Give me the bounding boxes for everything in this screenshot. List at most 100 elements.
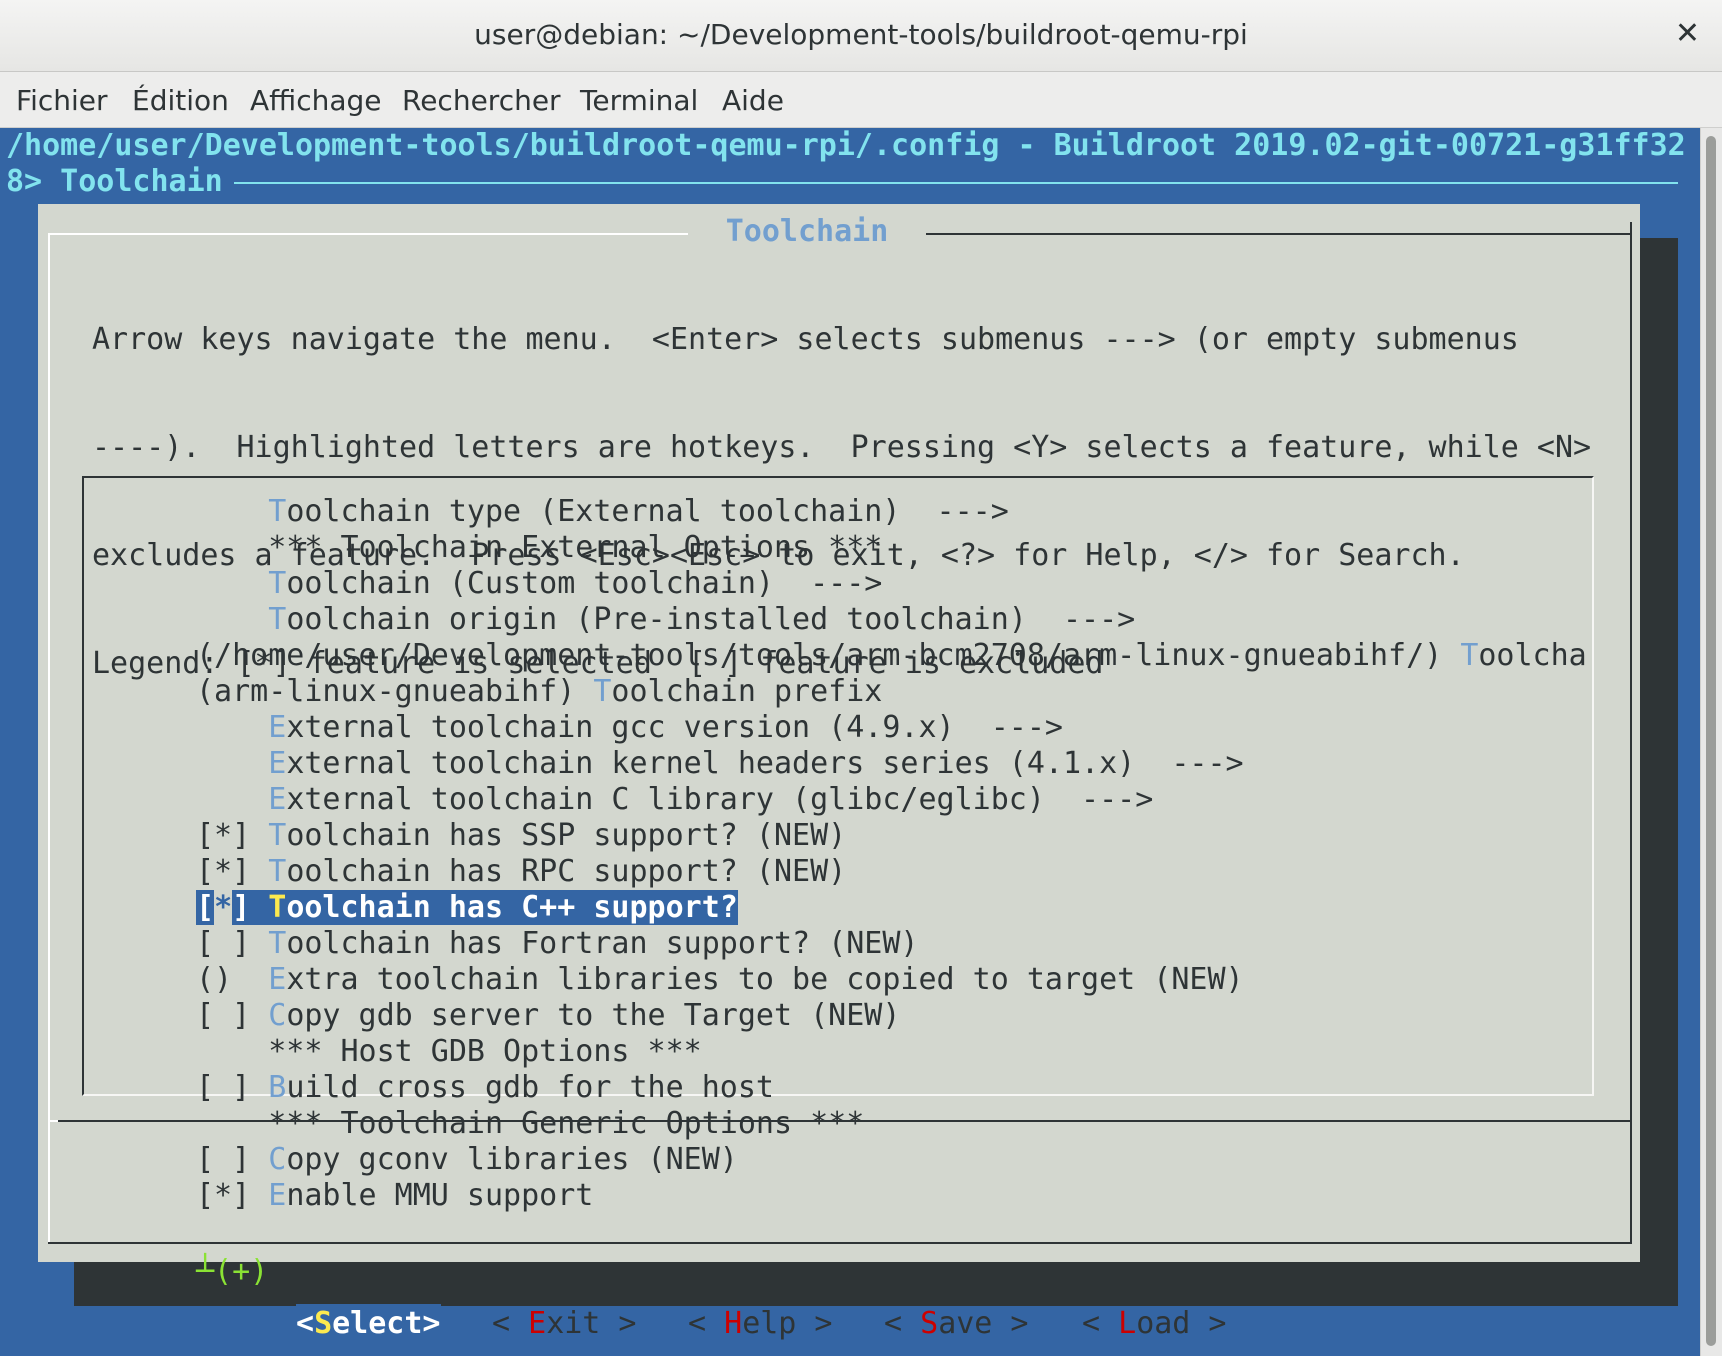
menu-item-label: xternal toolchain kernel headers series … — [286, 746, 1244, 781]
button-label: ave > — [938, 1306, 1029, 1341]
menu-items: Toolchain type (External toolchain) --->… — [196, 494, 1587, 1214]
menu-item[interactable]: (arm-linux-gnueabihf) Toolchain prefix — [196, 674, 1587, 710]
menu-terminal[interactable]: Terminal — [580, 84, 698, 117]
button-bracket: < — [296, 1306, 315, 1341]
menu-item-selected[interactable]: [*] Toolchain has C++ support? — [196, 890, 1587, 926]
menu-item-content: [*] Toolchain has C++ support? — [196, 890, 738, 925]
window-title: user@debian: ~/Development-tools/buildro… — [474, 18, 1248, 51]
menuconfig-dialog: Toolchain Arrow keys navigate the menu. … — [38, 204, 1640, 1344]
terminal-scrollbar[interactable] — [1700, 128, 1722, 1356]
dialog-border — [48, 1242, 1632, 1244]
menu-item-prefix: [*] — [196, 854, 269, 889]
menu-item-prefix — [196, 602, 268, 637]
menu-item-label: oolchain has Fortran support? (NEW) — [286, 926, 919, 961]
terminal-area[interactable]: /home/user/Development-tools/buildroot-q… — [0, 128, 1700, 1356]
help-line: ----). Highlighted letters are hotkeys. … — [92, 430, 1592, 465]
menu-item-prefix: (arm-linux-gnueabihf) — [196, 674, 594, 709]
load-button[interactable]: < Load > — [1082, 1304, 1227, 1344]
menu-item[interactable]: External toolchain C library (glibc/egli… — [196, 782, 1587, 818]
menu-item-prefix: [ ] — [196, 1070, 269, 1105]
dialog-border — [48, 233, 688, 235]
more-indicator: ┴(+) — [196, 1254, 269, 1289]
menu-item[interactable]: () Extra toolchain libraries to be copie… — [196, 962, 1587, 998]
menu-item[interactable]: [*] Toolchain has SSP support? (NEW) — [196, 818, 1587, 854]
menu-item-hotkey: C — [268, 998, 287, 1033]
menu-item[interactable]: *** Host GDB Options *** — [196, 1034, 1587, 1070]
menu-item-hotkey: C — [268, 1142, 287, 1177]
scrollbar-thumb[interactable] — [1706, 136, 1716, 1346]
menu-item-hotkey: E — [268, 710, 287, 745]
menu-item-hotkey: T — [268, 602, 287, 637]
menu-item[interactable]: [ ] Copy gdb server to the Target (NEW) — [196, 998, 1587, 1034]
dialog-title: Toolchain — [725, 214, 889, 249]
menu-item-prefix: [*] — [196, 818, 269, 853]
menu-item[interactable]: Toolchain origin (Pre-installed toolchai… — [196, 602, 1587, 638]
button-bracket: < — [492, 1306, 529, 1341]
button-label: elect> — [332, 1306, 441, 1341]
menu-item-hotkey: T — [1460, 638, 1479, 673]
menu-item[interactable]: *** Toolchain External Options *** — [196, 530, 1587, 566]
menu-item-prefix: (/home/user/Development-tools/tools/arm-… — [196, 638, 1461, 673]
menu-item-hotkey: E — [268, 1178, 287, 1213]
select-button[interactable]: <Select> — [296, 1304, 441, 1344]
menu-item-hotkey: B — [268, 1070, 287, 1105]
menu-item-prefix: () — [196, 962, 269, 997]
save-button[interactable]: < Save > — [884, 1304, 1029, 1344]
button-bracket: < — [884, 1306, 921, 1341]
menu-item[interactable]: [ ] Toolchain has Fortran support? (NEW) — [196, 926, 1587, 962]
menu-item[interactable]: External toolchain kernel headers series… — [196, 746, 1587, 782]
menu-item-prefix — [196, 1106, 268, 1141]
close-icon[interactable]: ✕ — [1675, 16, 1700, 51]
menu-item-hotkey: E — [268, 782, 287, 817]
menu-rechercher[interactable]: Rechercher — [402, 84, 561, 117]
dialog-border — [1630, 222, 1632, 1244]
menu-item[interactable]: [ ] Copy gconv libraries (NEW) — [196, 1142, 1587, 1178]
menu-item[interactable]: [ ] Build cross gdb for the host — [196, 1070, 1587, 1106]
help-button[interactable]: < Help > — [688, 1304, 833, 1344]
button-bracket: < — [1082, 1306, 1119, 1341]
exit-button[interactable]: < Exit > — [492, 1304, 637, 1344]
menu-item-hotkey: T — [593, 674, 612, 709]
menu-item[interactable]: [*] Toolchain has RPC support? (NEW) — [196, 854, 1587, 890]
menu-item-label: oolchain origin (Pre-installed toolchain… — [286, 602, 1136, 637]
menu-item[interactable]: Toolchain type (External toolchain) ---> — [196, 494, 1587, 530]
menu-item-prefix — [196, 566, 268, 601]
menu-item-prefix — [196, 1034, 268, 1069]
menu-item[interactable]: External toolchain gcc version (4.9.x) -… — [196, 710, 1587, 746]
dialog-border — [48, 233, 50, 1243]
help-line: Arrow keys navigate the menu. <Enter> se… — [92, 322, 1519, 357]
button-hotkey: E — [528, 1306, 547, 1341]
menu-item-prefix: [ ] — [196, 1142, 269, 1177]
menu-item[interactable]: *** Toolchain Generic Options *** — [196, 1106, 1587, 1142]
menu-item-prefix — [196, 494, 268, 529]
menu-item-label: opy gconv libraries (NEW) — [286, 1142, 738, 1177]
menu-item[interactable]: (/home/user/Development-tools/tools/arm-… — [196, 638, 1587, 674]
button-label: oad > — [1136, 1306, 1227, 1341]
menu-item-prefix — [196, 746, 268, 781]
menu-item-prefix — [196, 530, 268, 565]
menu-item-label: oolchain type (External toolchain) ---> — [286, 494, 1009, 529]
menu-item-hotkey: T — [268, 854, 287, 889]
button-hotkey: H — [724, 1306, 743, 1341]
menu-item[interactable]: [*] Enable MMU support — [196, 1178, 1587, 1214]
menu-item-label: oolcha — [1478, 638, 1587, 673]
menu-item[interactable]: Toolchain (Custom toolchain) ---> — [196, 566, 1587, 602]
menu-item-prefix: [ ] — [196, 998, 269, 1033]
menu-item-prefix — [196, 782, 268, 817]
menu-item-label: opy gdb server to the Target (NEW) — [286, 998, 901, 1033]
button-hotkey: S — [314, 1306, 333, 1341]
menu-item-hotkey: T — [268, 890, 287, 925]
menu-fichier[interactable]: Fichier — [16, 84, 108, 117]
button-hotkey: S — [920, 1306, 939, 1341]
menu-edition[interactable]: Édition — [132, 84, 229, 117]
button-bracket: < — [688, 1306, 725, 1341]
menu-item-prefix: [*] — [196, 890, 269, 925]
menu-aide[interactable]: Aide — [722, 84, 784, 117]
breadcrumb: 8> Toolchain — [6, 164, 223, 199]
menu-item-label: uild cross gdb for the host — [286, 1070, 774, 1105]
menu-affichage[interactable]: Affichage — [250, 84, 382, 117]
menu-item-hotkey: T — [268, 566, 287, 601]
menu-item-label: *** Toolchain Generic Options *** — [268, 1106, 865, 1141]
menu-item-prefix: [*] — [196, 1178, 269, 1213]
menu-item-hotkey: T — [268, 494, 287, 529]
